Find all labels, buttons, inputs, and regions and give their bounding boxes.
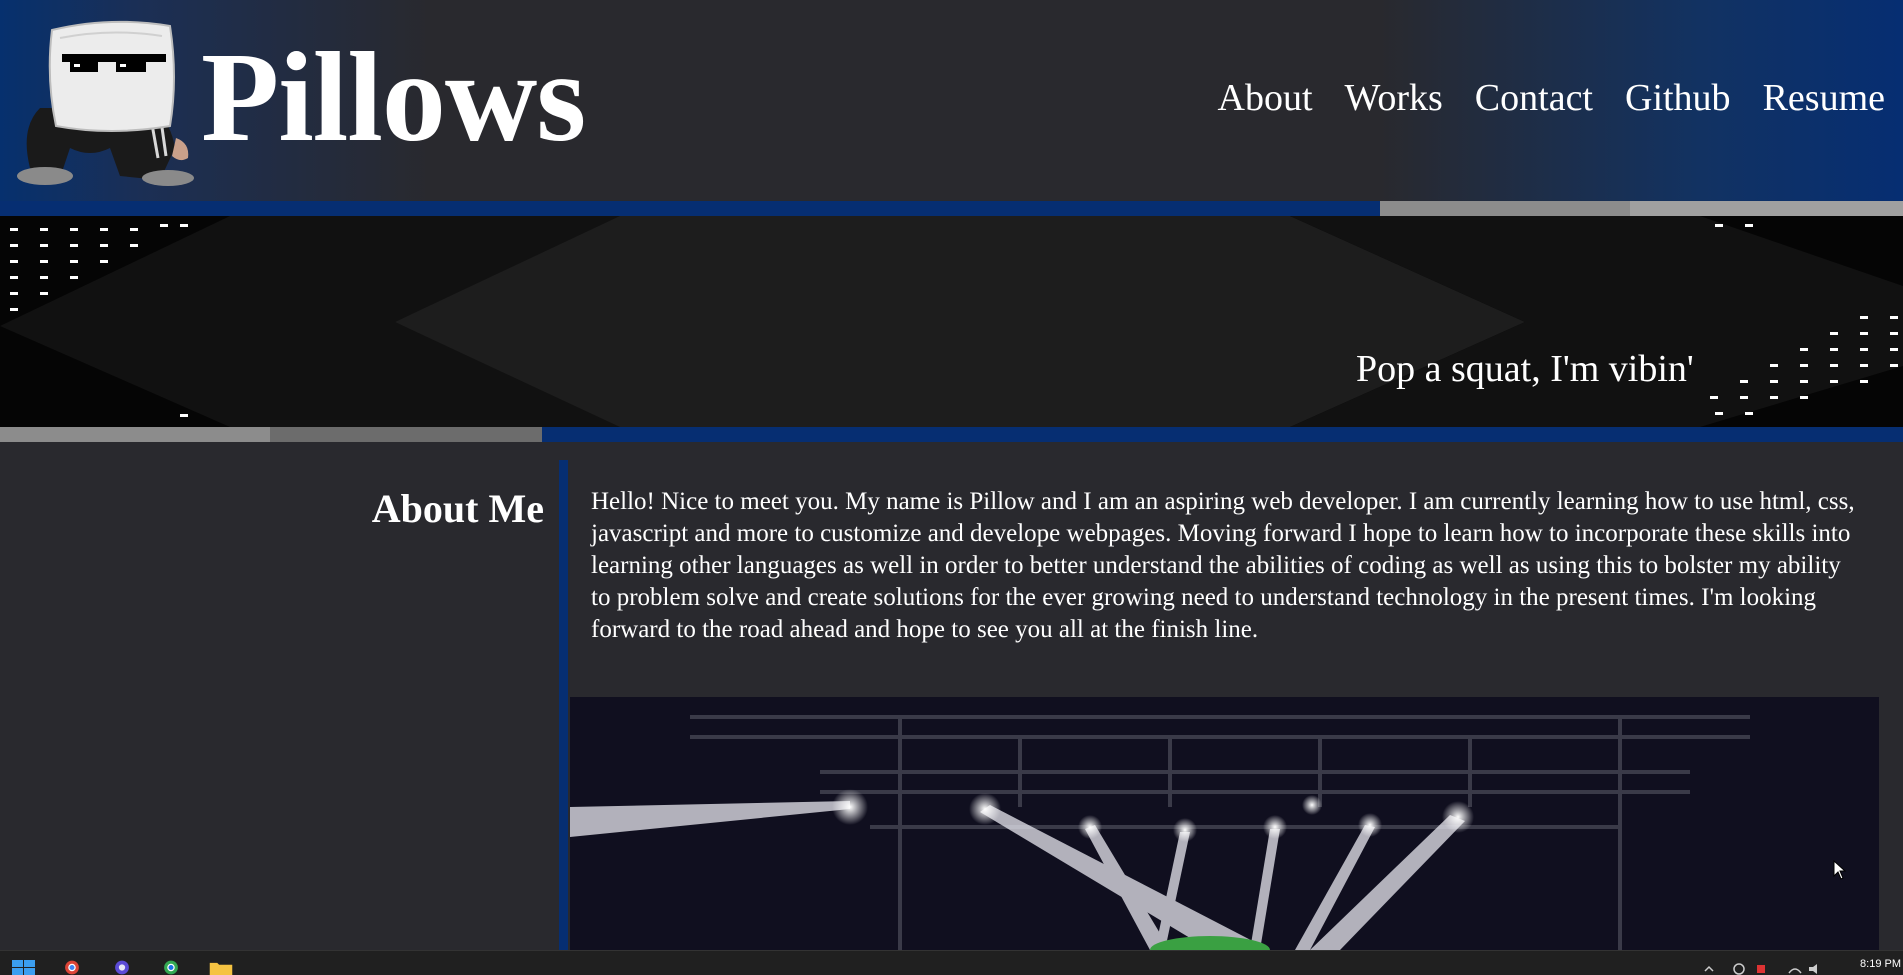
pillow-mascot-logo[interactable]: [0, 8, 200, 188]
nav-link-works[interactable]: Works: [1345, 74, 1443, 122]
mouse-cursor-icon: [1833, 859, 1847, 885]
nav-link-resume[interactable]: Resume: [1763, 74, 1885, 122]
hero-tagline: Pop a squat, I'm vibin': [1356, 348, 1694, 390]
about-heading: About Me: [371, 486, 544, 531]
about-accent-rule: [559, 460, 568, 950]
nav-link-contact[interactable]: Contact: [1475, 74, 1593, 122]
hero-pattern-graphic: [0, 216, 1903, 427]
system-tray[interactable]: [1703, 962, 1823, 975]
taskbar-clock[interactable]: 8:19 PM: [1860, 958, 1901, 970]
chrome-canary-icon[interactable]: [159, 960, 183, 975]
os-taskbar: [0, 950, 1903, 975]
firefox-icon[interactable]: [110, 960, 134, 975]
site-header: Pillows About Works Contact Github Resum…: [0, 0, 1903, 201]
windows-start-icon[interactable]: [12, 960, 36, 975]
concert-lights-image: [570, 697, 1879, 950]
about-body-text: Hello! Nice to meet you. My name is Pill…: [591, 488, 1855, 643]
header-divider-bar: [0, 201, 1903, 216]
hero-banner: Pop a squat, I'm vibin': [0, 216, 1903, 427]
file-explorer-icon[interactable]: [208, 960, 234, 975]
nav-link-github[interactable]: Github: [1625, 74, 1731, 122]
main-nav: About Works Contact Github Resume: [1218, 74, 1885, 122]
site-title: Pillows: [201, 26, 586, 168]
hero-divider-bar: [0, 427, 1903, 442]
chrome-icon[interactable]: [60, 960, 84, 975]
nav-link-about[interactable]: About: [1218, 74, 1313, 122]
